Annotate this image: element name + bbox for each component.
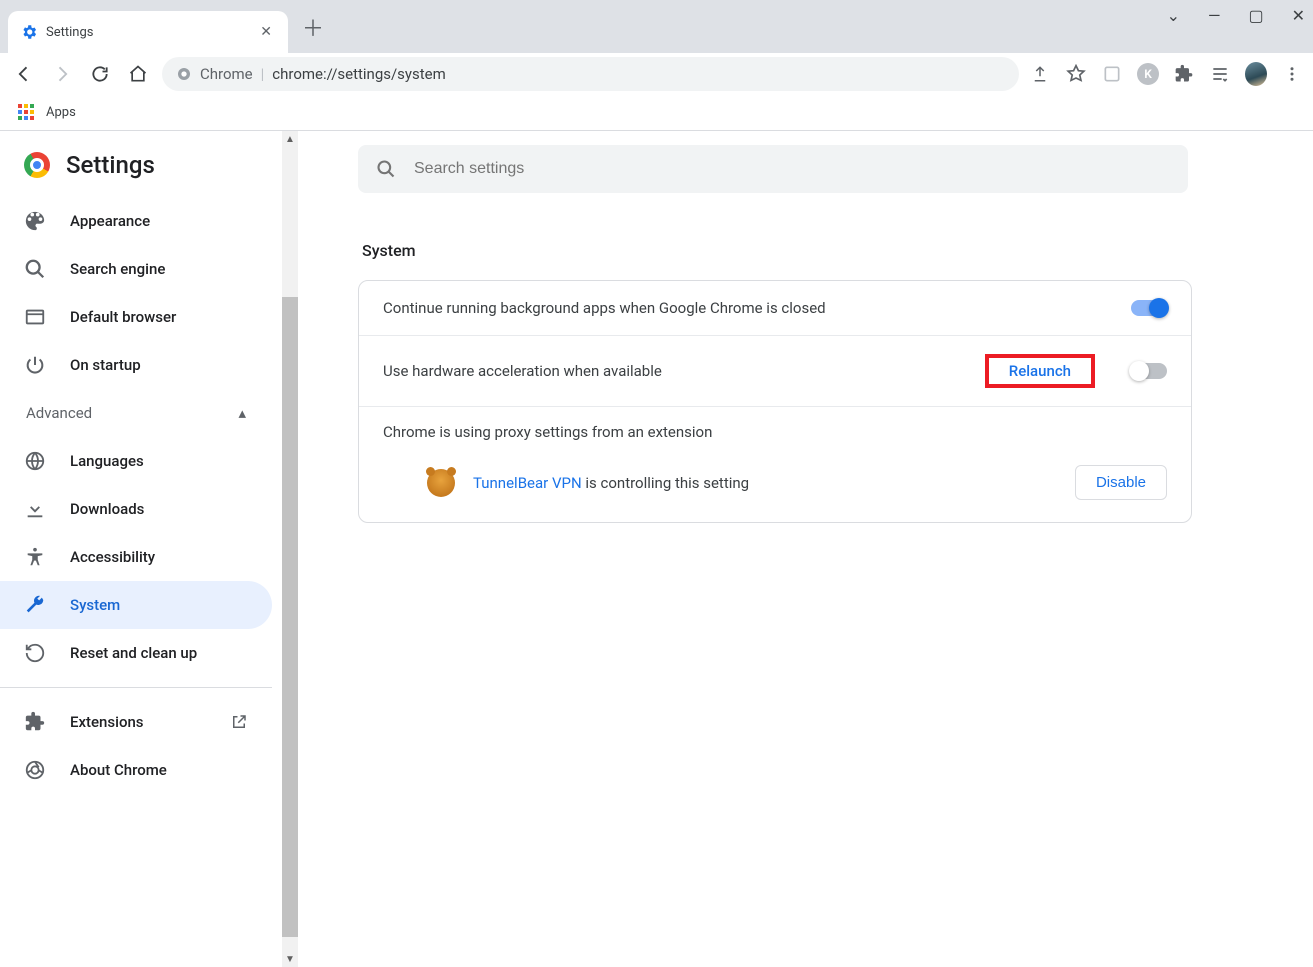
relaunch-highlight-box: Relaunch xyxy=(985,354,1095,388)
chevron-up-icon: ▴ xyxy=(238,404,246,422)
browser-tab[interactable]: Settings ✕ xyxy=(8,11,288,53)
search-icon xyxy=(376,159,396,179)
sidebar-scrollbar[interactable]: ▲ ▼ xyxy=(282,131,298,967)
scroll-down-arrow-icon[interactable]: ▼ xyxy=(282,951,298,967)
proxy-extension-text: TunnelBear VPN is controlling this setti… xyxy=(473,474,1057,492)
sidebar-item-about[interactable]: About Chrome xyxy=(0,746,272,794)
row-label: Continue running background apps when Go… xyxy=(383,299,1115,317)
tunnelbear-icon xyxy=(427,469,455,497)
chrome-outline-icon xyxy=(24,759,46,781)
browser-toolbar: Chrome | chrome://settings/system K xyxy=(0,53,1313,95)
reload-button[interactable] xyxy=(86,64,114,84)
sidebar-item-accessibility[interactable]: Accessibility xyxy=(0,533,272,581)
search-icon xyxy=(24,258,46,280)
address-bar[interactable]: Chrome | chrome://settings/system xyxy=(162,57,1019,91)
external-link-icon xyxy=(230,713,248,731)
puzzle-icon xyxy=(24,711,46,733)
globe-icon xyxy=(24,450,46,472)
sidebar-item-search-engine[interactable]: Search engine xyxy=(0,245,272,293)
search-settings-field[interactable] xyxy=(358,145,1188,193)
close-window-icon[interactable]: ✕ xyxy=(1292,6,1305,25)
disable-extension-button[interactable]: Disable xyxy=(1075,465,1167,500)
settings-content: System Continue running background apps … xyxy=(298,131,1313,967)
system-settings-card: Continue running background apps when Go… xyxy=(358,280,1192,523)
sidebar-divider xyxy=(0,687,272,688)
accessibility-icon xyxy=(24,546,46,568)
palette-icon xyxy=(24,210,46,232)
tab-title: Settings xyxy=(46,25,248,40)
scroll-up-arrow-icon[interactable]: ▲ xyxy=(282,131,298,147)
row-background-apps: Continue running background apps when Go… xyxy=(359,281,1191,336)
proxy-suffix-label: is controlling this setting xyxy=(582,474,749,492)
advanced-label: Advanced xyxy=(26,404,92,422)
back-button[interactable] xyxy=(10,64,38,84)
proxy-extension-link[interactable]: TunnelBear VPN xyxy=(473,474,582,492)
sidebar-label: Languages xyxy=(70,452,144,470)
row-hardware-acceleration: Use hardware acceleration when available… xyxy=(359,336,1191,407)
minimize-icon[interactable]: — xyxy=(1208,6,1221,25)
window-controls: ⌄ — ▢ ✕ xyxy=(1167,6,1305,25)
reading-list-icon[interactable] xyxy=(1209,64,1231,84)
chrome-menu-icon[interactable] xyxy=(1281,65,1303,83)
share-icon[interactable] xyxy=(1029,65,1051,83)
home-button[interactable] xyxy=(124,64,152,84)
sidebar-label: About Chrome xyxy=(70,761,167,779)
sidebar-item-system[interactable]: System xyxy=(0,581,272,629)
settings-gear-icon xyxy=(20,23,38,41)
bookmarks-bar: Apps xyxy=(0,95,1313,131)
sidebar-item-reset[interactable]: Reset and clean up xyxy=(0,629,272,677)
sidebar-label: Extensions xyxy=(70,713,144,731)
row-proxy-settings: Chrome is using proxy settings from an e… xyxy=(359,407,1191,522)
sidebar-item-downloads[interactable]: Downloads xyxy=(0,485,272,533)
omnibox-separator: | xyxy=(261,65,265,83)
scrollbar-thumb[interactable] xyxy=(282,297,298,937)
sidebar-item-languages[interactable]: Languages xyxy=(0,437,272,485)
search-settings-input[interactable] xyxy=(414,160,1170,178)
chrome-logo-icon xyxy=(24,152,50,178)
sidebar-label: Downloads xyxy=(70,500,144,518)
pocket-icon[interactable] xyxy=(1101,64,1123,84)
sidebar-label: Reset and clean up xyxy=(70,644,197,662)
sidebar-label: Default browser xyxy=(70,308,176,326)
tab-strip: Settings ✕ ＋ ⌄ — ▢ ✕ xyxy=(0,0,1313,53)
apps-bookmark-label[interactable]: Apps xyxy=(46,105,76,120)
k-badge-icon[interactable]: K xyxy=(1137,63,1159,85)
settings-header-title: Settings xyxy=(66,151,155,179)
relaunch-button[interactable]: Relaunch xyxy=(999,356,1081,386)
omnibox-prefix: Chrome xyxy=(200,65,253,83)
sidebar-label: System xyxy=(70,596,120,614)
sidebar-label: Appearance xyxy=(70,212,150,230)
sidebar-label: Search engine xyxy=(70,260,165,278)
extensions-puzzle-icon[interactable] xyxy=(1173,64,1195,84)
power-icon xyxy=(24,354,46,376)
sidebar-label: Accessibility xyxy=(70,548,155,566)
settings-sidebar: Settings Appearance Search engine Defaul… xyxy=(0,131,298,967)
chrome-page-icon xyxy=(176,66,192,82)
toggle-background-apps[interactable] xyxy=(1131,300,1167,316)
chevron-down-icon[interactable]: ⌄ xyxy=(1167,6,1180,25)
restore-icon xyxy=(24,642,46,664)
wrench-icon xyxy=(24,594,46,616)
forward-button[interactable] xyxy=(48,64,76,84)
new-tab-button[interactable]: ＋ xyxy=(302,11,324,43)
sidebar-advanced-heading[interactable]: Advanced ▴ xyxy=(0,389,272,437)
profile-avatar[interactable] xyxy=(1245,62,1267,86)
sidebar-item-on-startup[interactable]: On startup xyxy=(0,341,272,389)
apps-grid-icon[interactable] xyxy=(18,104,36,122)
tab-close-icon[interactable]: ✕ xyxy=(256,24,276,40)
row-label: Use hardware acceleration when available xyxy=(383,362,969,380)
sidebar-item-appearance[interactable]: Appearance xyxy=(0,197,272,245)
sidebar-item-default-browser[interactable]: Default browser xyxy=(0,293,272,341)
sidebar-item-extensions[interactable]: Extensions xyxy=(0,698,272,746)
proxy-title-label: Chrome is using proxy settings from an e… xyxy=(383,423,1167,441)
omnibox-url: chrome://settings/system xyxy=(272,65,445,83)
bookmark-star-icon[interactable] xyxy=(1065,64,1087,84)
browser-window-icon xyxy=(24,306,46,328)
sidebar-label: On startup xyxy=(70,356,141,374)
section-title: System xyxy=(362,241,1253,260)
download-icon xyxy=(24,498,46,520)
maximize-icon[interactable]: ▢ xyxy=(1248,6,1263,25)
toggle-hardware-acceleration[interactable] xyxy=(1131,363,1167,379)
